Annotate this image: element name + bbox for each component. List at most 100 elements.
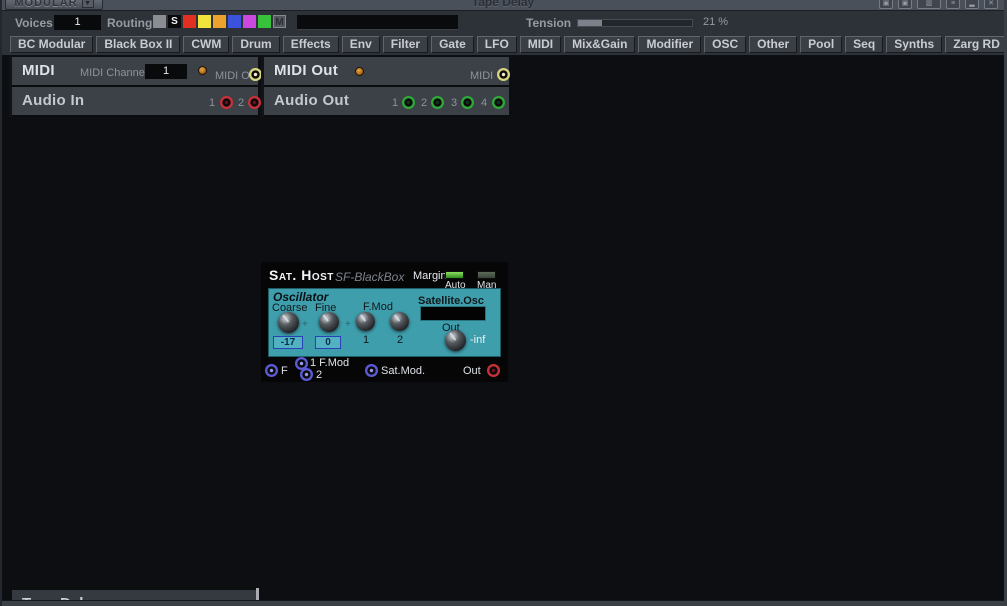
coarse-value[interactable]: -17: [273, 336, 303, 349]
audio-in-1-label: 1: [209, 97, 215, 109]
tab-effects[interactable]: Effects: [283, 36, 339, 53]
titlebar-buttons: ▣ ▣ ▥ ≡ ▂ ✕: [879, 0, 998, 9]
titlebar: MODULAR ▼ Tape Delay ▣ ▣ ▥ ≡ ▂ ✕: [2, 0, 1004, 10]
f-input-label: F: [281, 365, 288, 377]
minimize-icon[interactable]: ▂: [965, 0, 979, 9]
coarse-knob[interactable]: [278, 312, 299, 333]
panel-view-icon[interactable]: ▣: [898, 0, 912, 9]
routing-swatch-blue[interactable]: [228, 15, 241, 28]
fmod-2-input-jack[interactable]: [300, 368, 313, 381]
routing-label: Routing: [107, 16, 152, 30]
name-field[interactable]: [297, 15, 458, 30]
fmod-2-input-label: 2: [316, 369, 322, 381]
fmod-1-knob-label: 1: [363, 334, 369, 346]
midi-out-module[interactable]: MIDI Out MIDI: [264, 57, 509, 87]
tab-synths[interactable]: Synths: [886, 36, 942, 53]
midi-activity-led: [198, 66, 207, 75]
midi-out-title: MIDI Out: [274, 62, 338, 79]
fmod-label: F.Mod: [363, 301, 393, 313]
audio-in-2-label: 2: [238, 97, 244, 109]
satellite-osc-display[interactable]: [420, 306, 486, 321]
midi-out-jack-label: MIDI: [470, 70, 493, 82]
tab-filter[interactable]: Filter: [383, 36, 428, 53]
fine-value[interactable]: 0: [315, 336, 341, 349]
fmod-2-knob-label: 2: [397, 334, 403, 346]
audio-out-4-label: 4: [481, 97, 487, 109]
midi-channel-label: MIDI Channel: [80, 67, 147, 79]
audio-in-module[interactable]: Audio In 1 2: [12, 87, 258, 117]
window-title: Tape Delay: [2, 0, 1004, 9]
audio-out-jack-4[interactable]: [492, 96, 505, 109]
margin-auto-led[interactable]: [445, 271, 464, 279]
tab-env[interactable]: Env: [342, 36, 380, 53]
routing-swatch-orange[interactable]: [213, 15, 226, 28]
audio-out-1-label: 1: [392, 97, 398, 109]
f-input-jack[interactable]: [265, 364, 278, 377]
tab-pool[interactable]: Pool: [800, 36, 842, 53]
sat-mod-input-label: Sat.Mod.: [381, 365, 425, 377]
structure-canvas[interactable]: MIDI MIDI Channel 1 MIDI Out Audio In 1 …: [2, 55, 1004, 600]
sat-host-module[interactable]: Sat. Host SF-BlackBox Margin Auto Man Os…: [261, 262, 508, 382]
mute-swatch[interactable]: M: [273, 15, 286, 28]
tab-osc[interactable]: OSC: [704, 36, 746, 53]
tab-zarg-rd[interactable]: Zarg RD: [945, 36, 1007, 53]
sat-host-title: Sat. Host: [269, 267, 334, 283]
routing-swatch-red[interactable]: [183, 15, 196, 28]
midi-channel-input[interactable]: 1: [145, 64, 187, 79]
audio-out-module[interactable]: Audio Out 1 2 3 4: [264, 87, 509, 117]
voices-label: Voices: [15, 16, 53, 30]
routing-swatch-yellow[interactable]: [198, 15, 211, 28]
structure-view-icon[interactable]: ▣: [879, 0, 893, 9]
tension-value: 21 %: [703, 16, 728, 28]
sat-mod-input-jack[interactable]: [365, 364, 378, 377]
bottom-window-edge: [2, 600, 1004, 606]
audio-out-2-label: 2: [421, 97, 427, 109]
audio-out-title: Audio Out: [274, 92, 349, 109]
audio-in-jack-1[interactable]: [220, 96, 233, 109]
coarse-plus-icon[interactable]: +: [302, 319, 308, 330]
midi-in-module[interactable]: MIDI MIDI Channel 1 MIDI Out: [12, 57, 258, 87]
routing-swatch-gray[interactable]: [153, 15, 166, 28]
properties-icon[interactable]: ≡: [946, 0, 960, 9]
tab-cwm[interactable]: CWM: [183, 36, 229, 53]
tab-midi[interactable]: MIDI: [520, 36, 561, 53]
tab-modifier[interactable]: Modifier: [638, 36, 701, 53]
audio-out-jack-2[interactable]: [431, 96, 444, 109]
fmod-2-knob[interactable]: [390, 312, 409, 331]
midi-out-activity-led: [355, 67, 364, 76]
voices-input[interactable]: 1: [54, 15, 101, 30]
tab-black-box-ii[interactable]: Black Box II: [96, 36, 180, 53]
keyboard-view-icon[interactable]: ▥: [917, 0, 941, 9]
tab-seq[interactable]: Seq: [845, 36, 883, 53]
module-category-tabbar: BC Modular Black Box II CWM Drum Effects…: [2, 33, 1004, 55]
tab-bc-modular[interactable]: BC Modular: [10, 36, 93, 53]
fine-plus-icon[interactable]: +: [345, 319, 351, 330]
margin-man-led[interactable]: [477, 271, 496, 279]
audio-out-jack-1[interactable]: [402, 96, 415, 109]
oscillator-panel: Oscillator Coarse Fine + + -17 0 F.Mod 1…: [268, 288, 501, 357]
fmod-1-knob[interactable]: [356, 312, 375, 331]
audio-out-jack-3[interactable]: [461, 96, 474, 109]
out-level-value: -inf: [470, 334, 485, 346]
midi-audio-in-panel[interactable]: MIDI MIDI Channel 1 MIDI Out Audio In 1 …: [9, 57, 258, 117]
midi-audio-out-panel[interactable]: MIDI Out MIDI Audio Out 1 2 3 4: [261, 57, 509, 117]
audio-out-3-label: 3: [451, 97, 457, 109]
tab-drum[interactable]: Drum: [232, 36, 279, 53]
out-level-knob[interactable]: [445, 330, 466, 351]
sat-out-jack[interactable]: [487, 364, 500, 377]
routing-swatch-green[interactable]: [258, 15, 271, 28]
midi-in-title: MIDI: [22, 62, 55, 79]
toolbar: Voices 1 Routing S M Tension 21 %: [2, 10, 1004, 33]
routing-swatch-magenta[interactable]: [243, 15, 256, 28]
audio-in-jack-2[interactable]: [248, 96, 261, 109]
solo-swatch[interactable]: S: [168, 15, 181, 28]
tab-lfo[interactable]: LFO: [477, 36, 517, 53]
tab-other[interactable]: Other: [749, 36, 797, 53]
tab-mix-gain[interactable]: Mix&Gain: [564, 36, 635, 53]
tab-gate[interactable]: Gate: [431, 36, 474, 53]
app-window: MODULAR ▼ Tape Delay ▣ ▣ ▥ ≡ ▂ ✕ Voices …: [0, 0, 1007, 606]
close-icon[interactable]: ✕: [984, 0, 998, 9]
fine-knob[interactable]: [319, 312, 339, 332]
midi-out-jack[interactable]: [497, 68, 510, 81]
tension-slider[interactable]: [577, 19, 693, 27]
